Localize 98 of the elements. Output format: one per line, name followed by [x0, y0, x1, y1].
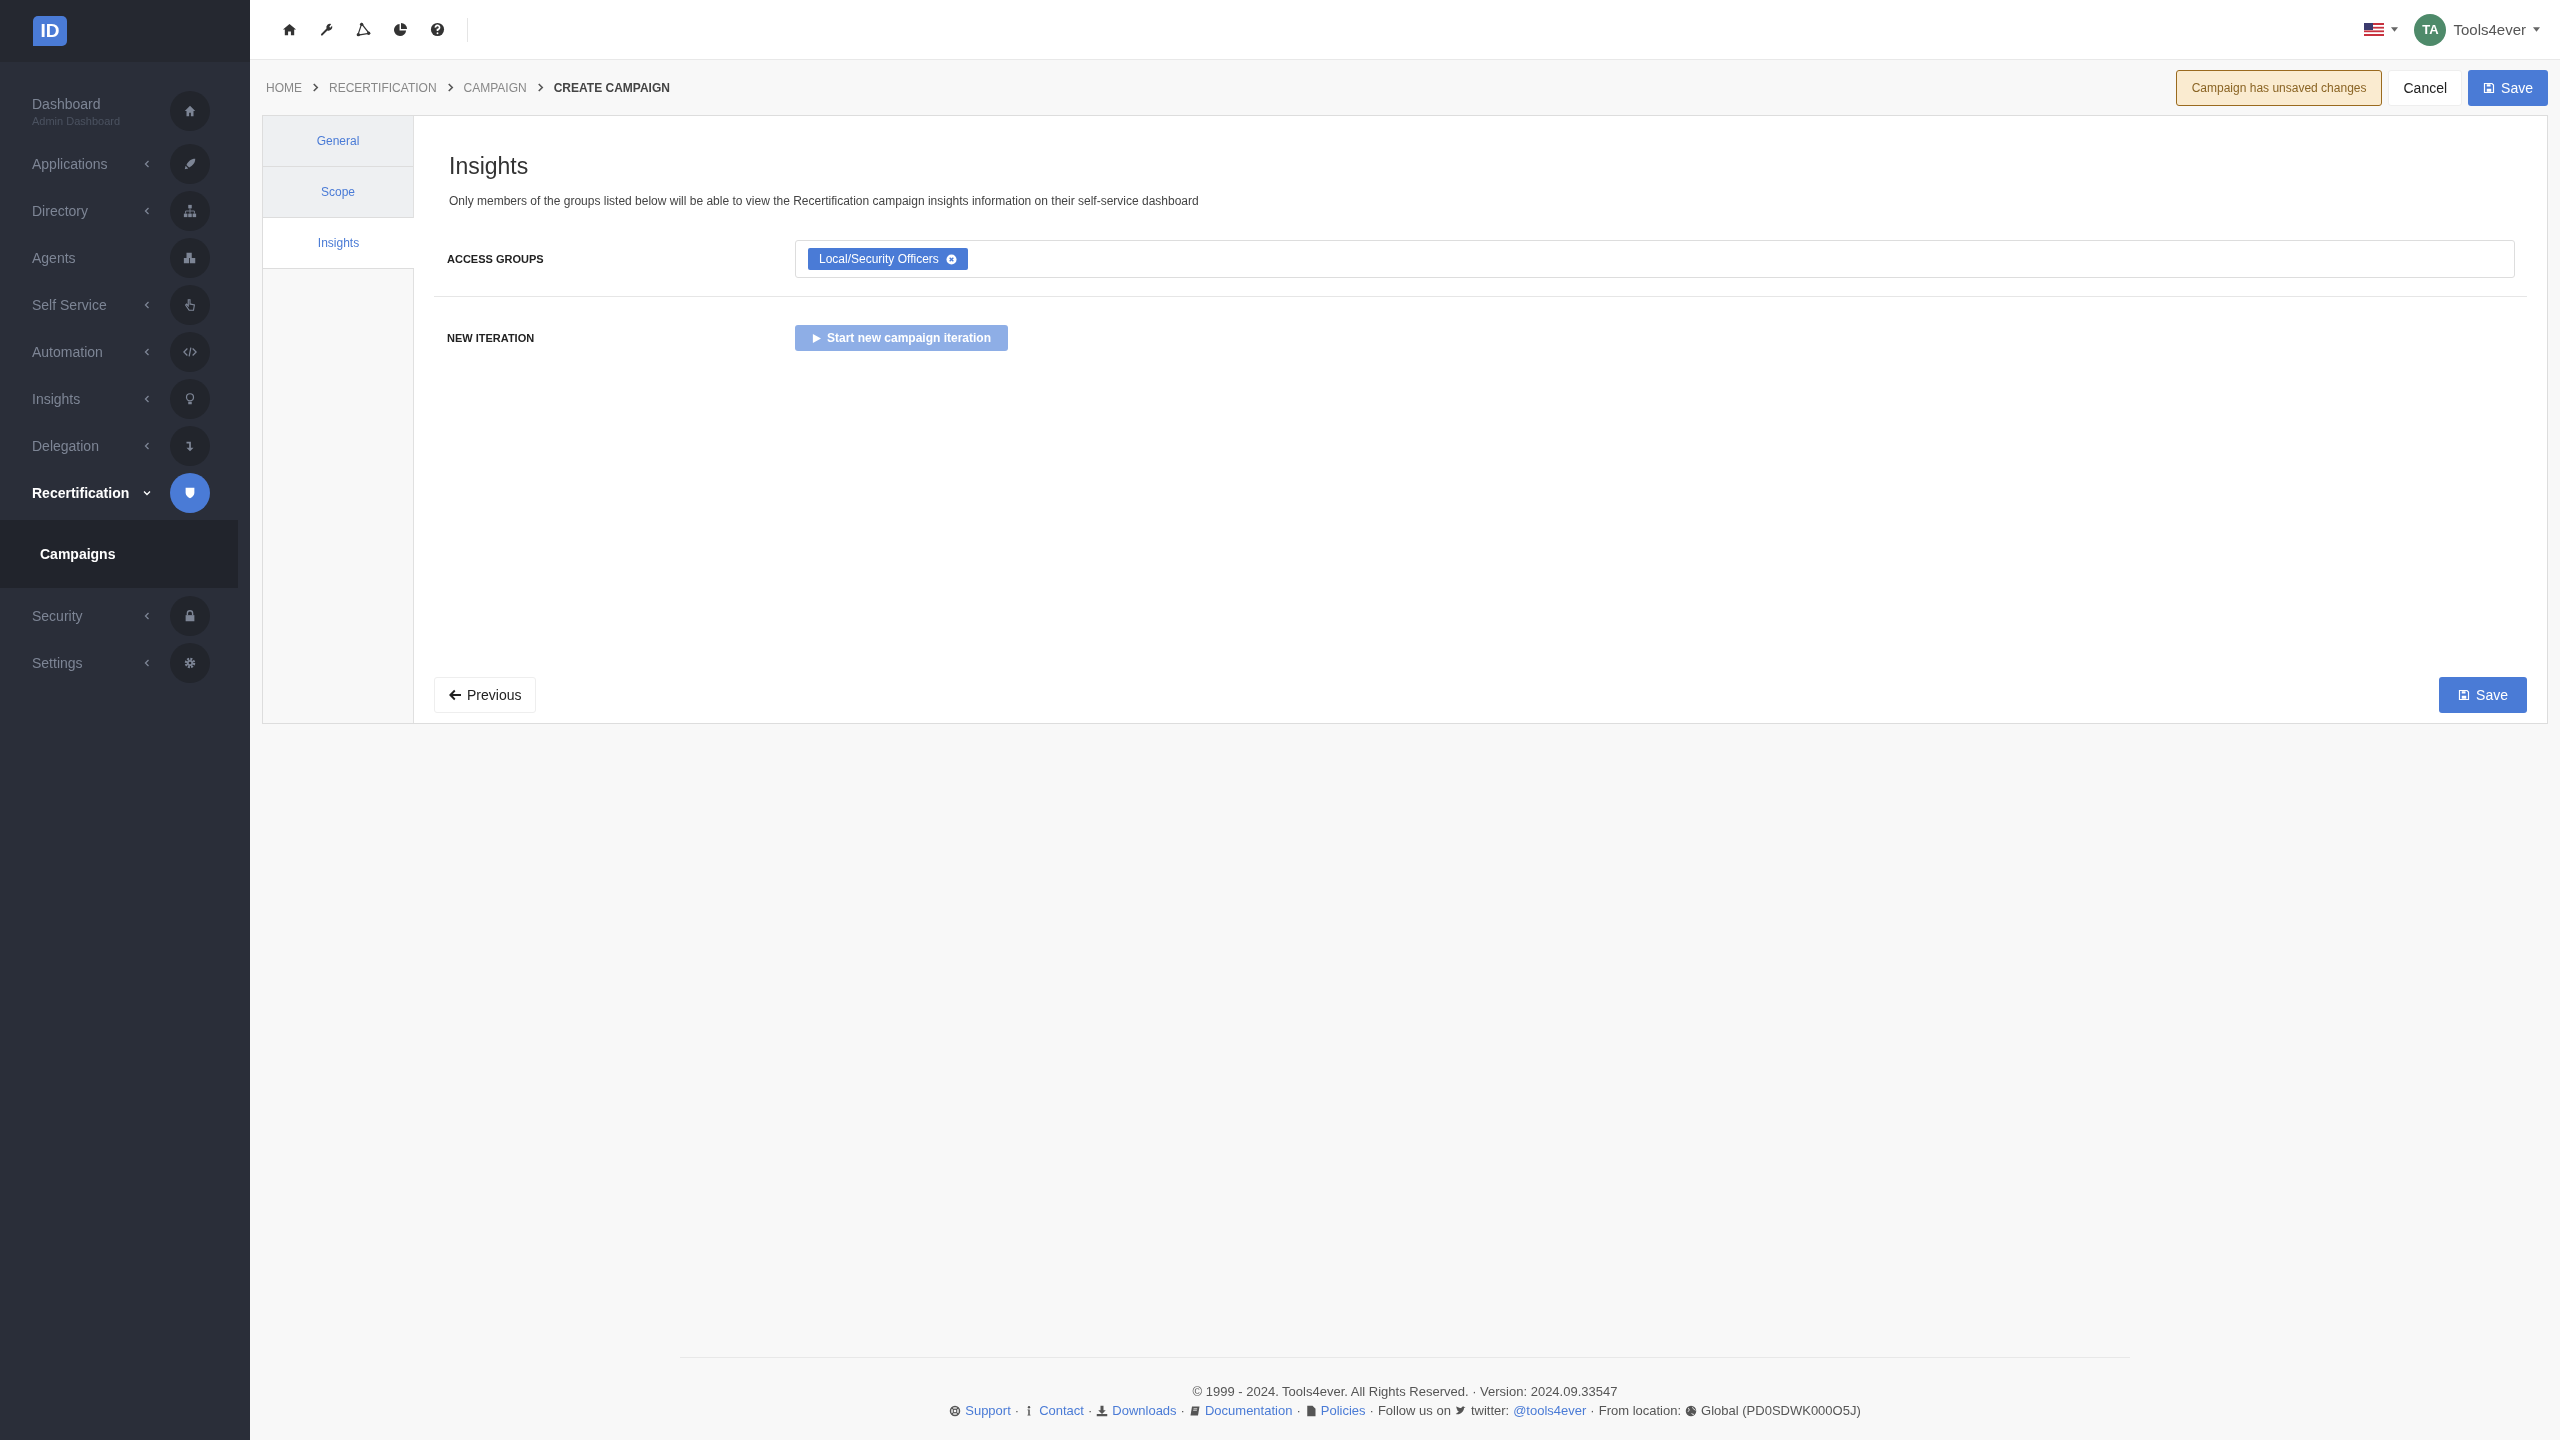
sidebar-item-label: Recertification: [32, 484, 131, 501]
footer-text: Global (PD0SDWK000O5J): [1701, 1403, 1861, 1418]
chevron-left-icon: [142, 393, 152, 404]
breadcrumb-item[interactable]: CAMPAIGN: [463, 80, 527, 95]
footer-link[interactable]: Support: [965, 1403, 1011, 1418]
footer-text: From location:: [1598, 1403, 1682, 1418]
copyright-text: © 1999 - 2024. Tools4ever. All Rights Reserved. · Version: 2024.09.33547: [1192, 1384, 1618, 1399]
sidebar-item-label: Security: [32, 607, 84, 624]
group-tag: Local/Security Officers: [808, 248, 968, 270]
footer-text: twitter:: [1470, 1403, 1510, 1418]
section-title: Insights: [449, 153, 530, 180]
chevron-left-icon: [142, 158, 152, 169]
flag-icon: [2364, 23, 2385, 36]
user-menu[interactable]: TA Tools4ever: [2414, 13, 2540, 46]
arrow-left-icon: [449, 689, 461, 701]
triangle-nodes-icon[interactable]: [356, 22, 371, 37]
play-icon: [812, 333, 821, 343]
separator-dot: ·: [1296, 1403, 1301, 1418]
chevron-left-icon: [142, 657, 152, 668]
avatar: TA: [2414, 13, 2447, 46]
footer-link[interactable]: @tools4ever: [1513, 1403, 1587, 1418]
cubes-icon: [183, 250, 197, 265]
sidebar-item-label: Automation: [32, 343, 104, 360]
unsaved-changes-notice: Campaign has unsaved changes: [2175, 69, 2383, 106]
remove-icon[interactable]: [945, 253, 957, 265]
sidebar-item-label: Directory: [32, 202, 89, 219]
lightbulb-icon: [183, 391, 197, 406]
sidebar-item-label: Dashboard: [32, 95, 102, 112]
caret-icon: [2391, 27, 2399, 32]
language-dropdown[interactable]: [2364, 23, 2399, 36]
wizard-tab[interactable]: Scope: [263, 167, 413, 218]
save-button[interactable]: Save: [2468, 69, 2548, 106]
separator-dot: ·: [1369, 1403, 1374, 1418]
field-label: NEW ITERATION: [447, 332, 536, 344]
user-name: Tools4ever: [2453, 21, 2526, 38]
footer-link[interactable]: Contact: [1039, 1403, 1084, 1418]
footer-link[interactable]: Documentation: [1204, 1403, 1293, 1418]
wizard-tab[interactable]: Insights: [263, 218, 414, 269]
gear-icon: [183, 655, 197, 670]
access-groups-field[interactable]: Local/Security Officers: [795, 240, 2515, 278]
sidebar-item[interactable]: Insights: [0, 375, 250, 422]
footer-text: Follow us on: [1377, 1403, 1451, 1418]
sitemap-icon: [183, 203, 197, 218]
footer-link[interactable]: Downloads: [1112, 1403, 1177, 1418]
lock-icon: [183, 608, 197, 623]
bird-icon: [1454, 1404, 1467, 1417]
chevron-right-icon: [446, 83, 454, 92]
previous-button[interactable]: Previous: [434, 677, 537, 713]
sidebar-item[interactable]: Recertification: [0, 469, 250, 516]
sidebar-item[interactable]: Directory: [0, 187, 250, 234]
sidebar-item[interactable]: Agents: [0, 234, 250, 281]
logo[interactable]: ID: [33, 16, 67, 46]
sidebar-item-label: Insights: [32, 390, 82, 407]
lifebuoy-icon: [949, 1404, 962, 1417]
breadcrumb-item: CREATE CAMPAIGN: [553, 80, 670, 95]
chevron-left-icon: [142, 205, 152, 216]
sidebar-item-label: Self Service: [32, 296, 108, 313]
separator-dot: ·: [1180, 1403, 1185, 1418]
chevron-right-icon: [312, 83, 319, 92]
sidebar-item-label: Applications: [32, 155, 109, 172]
download-icon: [1096, 1404, 1109, 1417]
sidebar-item[interactable]: Settings: [0, 639, 250, 686]
chevron-right-icon: [536, 83, 544, 92]
hand-pointer-icon: [183, 297, 197, 312]
save-button[interactable]: Save: [2439, 677, 2527, 713]
sidebar-item[interactable]: Applications: [0, 140, 250, 187]
help-icon[interactable]: [430, 22, 445, 37]
sidebar-item-label: Agents: [32, 249, 77, 266]
cancel-button[interactable]: Cancel: [2388, 69, 2463, 106]
chevron-left-icon: [142, 440, 152, 451]
sidebar-item[interactable]: Security: [0, 592, 250, 639]
separator-dot: ·: [1590, 1403, 1595, 1418]
chevron-left-icon: [142, 299, 152, 310]
separator-dot: ·: [1087, 1403, 1093, 1418]
wizard-tab[interactable]: General: [263, 116, 413, 167]
chevron-left-icon: [142, 346, 152, 357]
field-label: ACCESS GROUPS: [447, 253, 545, 265]
section-description: Only members of the groups listed below will be able to view the Recertification campaign insights information on their self-service dashboard: [449, 194, 1200, 208]
submenu-item[interactable]: Campaigns: [0, 538, 238, 570]
globe-icon: [1685, 1404, 1698, 1417]
breadcrumb-item[interactable]: RECERTIFICATION: [329, 80, 437, 95]
document-icon: [1304, 1404, 1317, 1417]
sidebar-item[interactable]: Delegation: [0, 422, 250, 469]
book-icon: [1188, 1404, 1201, 1417]
footer-link[interactable]: Policies: [1320, 1403, 1366, 1418]
separator-dot: ·: [1014, 1403, 1020, 1418]
home-icon[interactable]: [282, 22, 297, 37]
sidebar-item-label: Settings: [32, 654, 84, 671]
pie-chart-icon[interactable]: [393, 22, 408, 37]
wrench-icon[interactable]: [319, 22, 334, 37]
home-icon: [183, 104, 197, 118]
sidebar-item[interactable]: Self Service: [0, 281, 250, 328]
breadcrumb-item[interactable]: HOME: [266, 80, 302, 95]
sidebar-item-label: Delegation: [32, 437, 100, 454]
sidebar-item[interactable]: Automation: [0, 328, 250, 375]
shield-icon: [183, 485, 197, 500]
caret-icon: [2533, 27, 2540, 32]
chevron-left-icon: [142, 610, 152, 621]
